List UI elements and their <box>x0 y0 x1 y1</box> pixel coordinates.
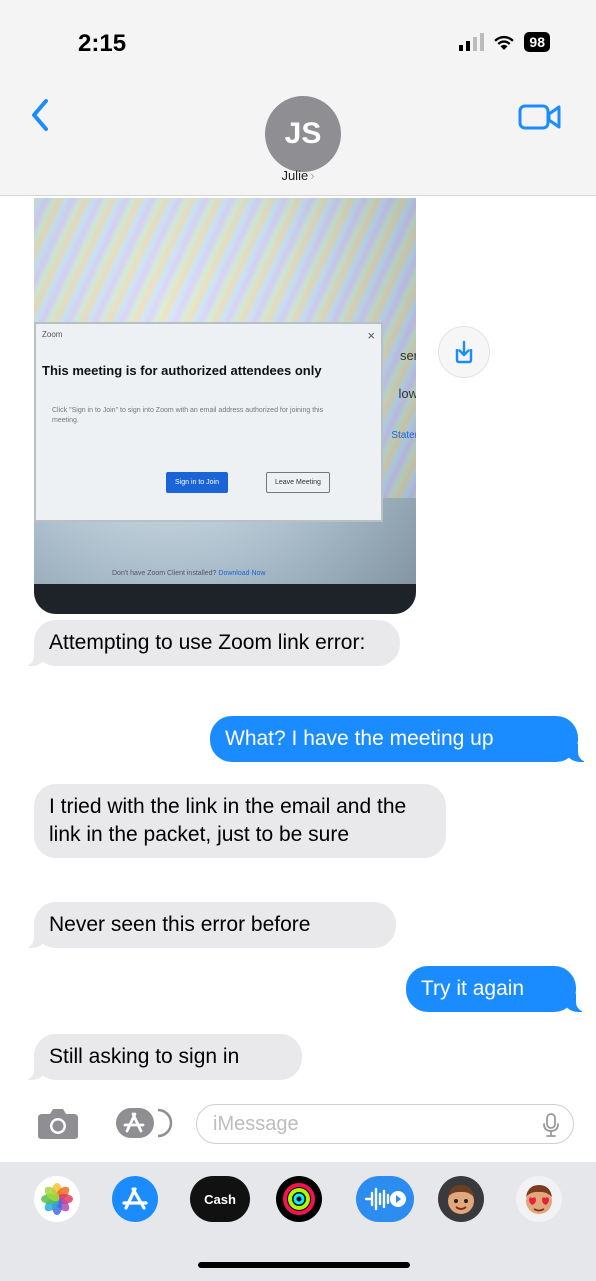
back-chevron-icon[interactable] <box>30 98 50 132</box>
footer-link: Download Now <box>218 570 266 577</box>
message-text: Attempting to use Zoom link error: <box>49 631 366 654</box>
message-text: I tried with the link in the email and t… <box>49 795 407 846</box>
memoji-heart-eyes-icon <box>526 1185 552 1214</box>
save-image-button[interactable] <box>438 326 490 378</box>
app-store-a-icon <box>122 1187 148 1210</box>
incoming-message-bubble[interactable]: Never seen this error before <box>22 902 396 948</box>
outgoing-message-bubble[interactable]: Try it again <box>406 966 588 1012</box>
home-indicator[interactable] <box>198 1262 410 1268</box>
memoji-app-icon[interactable] <box>438 1176 484 1222</box>
status-icons: 98 <box>459 32 550 52</box>
app-store-drawer-icon[interactable] <box>114 1104 174 1142</box>
dialog-title: This meeting is for authorized attendees… <box>42 363 322 378</box>
microphone-icon[interactable] <box>543 1113 559 1137</box>
incoming-message-bubble[interactable]: Attempting to use Zoom link error: <box>22 620 400 666</box>
apple-cash-app-icon[interactable]: Cash <box>190 1176 250 1222</box>
conversation-header: JS Julie › <box>0 80 596 196</box>
contact-chevron-icon: › <box>310 168 315 183</box>
photos-flower-icon <box>41 1183 73 1215</box>
message-text: Try it again <box>421 977 525 1000</box>
activity-rings-icon <box>283 1183 315 1215</box>
background-text: low <box>398 386 416 401</box>
sign-in-to-join-button: Sign in to Join <box>166 472 228 493</box>
message-input-bar <box>0 1090 596 1160</box>
photo-footer-text: Don't have Zoom Client installed? Downlo… <box>112 570 266 577</box>
dialog-app-name: Zoom <box>42 330 63 339</box>
status-time: 2:15 <box>78 30 127 57</box>
facetime-video-icon[interactable] <box>518 102 562 132</box>
message-text: Never seen this error before <box>49 913 311 936</box>
incoming-message-bubble[interactable]: Still asking to sign in <box>22 1034 302 1080</box>
contact-avatar[interactable]: JS <box>265 96 341 172</box>
message-text: Still asking to sign in <box>49 1045 240 1068</box>
photos-app-icon[interactable] <box>34 1176 80 1222</box>
contact-name-row[interactable]: Julie › <box>0 168 596 183</box>
photo-attachment[interactable]: Zoom × This meeting is for authorized at… <box>34 198 416 614</box>
status-bar: 2:15 98 <box>0 0 596 80</box>
dialog-close-icon: × <box>367 328 375 343</box>
message-input[interactable] <box>211 1105 515 1144</box>
cellular-signal-icon <box>459 33 485 51</box>
waveform-icon <box>364 1187 406 1211</box>
imessage-field[interactable] <box>196 1104 574 1144</box>
apple-cash-label: Cash <box>204 1191 236 1207</box>
footer-text: Don't have Zoom Client installed? <box>112 570 217 577</box>
leave-meeting-button: Leave Meeting <box>266 472 330 493</box>
memoji-face-icon <box>448 1185 474 1214</box>
battery-indicator: 98 <box>524 32 550 52</box>
photo-keyboard-edge <box>34 584 416 614</box>
background-text: ser <box>399 348 416 363</box>
background-text: Stater <box>391 430 416 441</box>
wifi-icon <box>494 35 515 50</box>
outgoing-message-bubble[interactable]: What? I have the meeting up <box>210 716 590 762</box>
activity-app-icon[interactable] <box>276 1176 322 1222</box>
zoom-dialog: Zoom × This meeting is for authorized at… <box>34 322 383 522</box>
message-text: What? I have the meeting up <box>225 727 494 750</box>
incoming-message-bubble[interactable]: I tried with the link in the email and t… <box>34 784 446 858</box>
contact-name: Julie <box>281 168 309 183</box>
app-store-app-icon[interactable] <box>112 1176 158 1222</box>
audio-message-app-icon[interactable] <box>356 1176 414 1222</box>
camera-icon[interactable] <box>36 1104 80 1142</box>
download-icon <box>455 340 473 364</box>
memoji-stickers-app-icon[interactable] <box>516 1176 562 1222</box>
dialog-body: Click "Sign in to Join" to sign into Zoo… <box>52 407 324 424</box>
